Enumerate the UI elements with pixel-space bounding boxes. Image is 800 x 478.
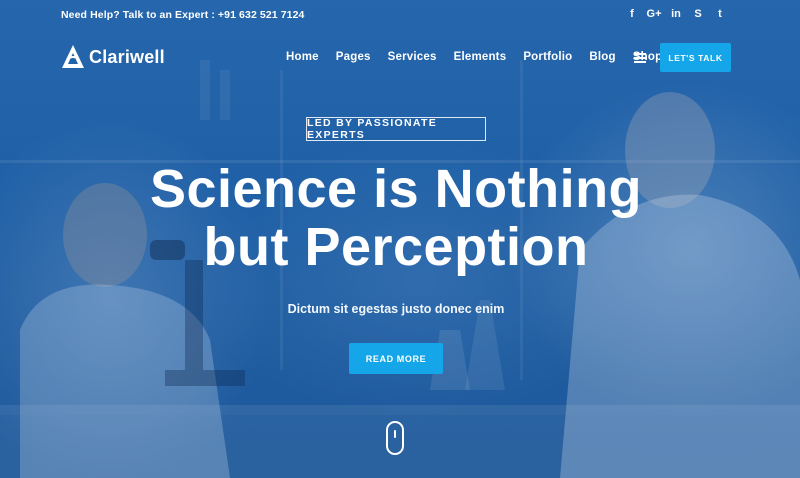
nav-item-portfolio[interactable]: Portfolio [523,51,572,63]
hero-title: Science is Nothing but Perception [100,160,692,276]
top-info-bar: Need Help? Talk to an Expert : +91 632 5… [0,0,800,30]
nav-item-home[interactable]: Home [286,51,319,63]
logo-text: Clariwell [89,46,165,67]
site-logo[interactable]: Clariwell [61,44,165,70]
help-contact-text: Need Help? Talk to an Expert : +91 632 5… [61,9,305,21]
lets-talk-button[interactable]: LET'S TALK [660,43,731,72]
facebook-icon[interactable]: f [626,8,638,20]
read-more-button[interactable]: READ MORE [349,343,443,374]
hero-title-line-1: Science is Nothing [149,159,643,219]
logo-mark-icon [62,45,84,68]
scroll-down-mouse-icon[interactable] [386,421,404,455]
hero-subtitle: Dictum sit egestas justo donec enim [287,302,505,316]
skype-icon[interactable]: S [692,8,704,20]
nav-item-pages[interactable]: Pages [336,51,371,63]
social-links: f G+ in S t [626,8,726,20]
hero-tagline-box: LED BY PASSIONATE EXPERTS [306,117,486,141]
nav-item-services[interactable]: Services [388,51,437,63]
main-navigation: Home Pages Services Elements Portfolio B… [286,51,679,63]
hamburger-menu-icon[interactable] [634,53,646,63]
twitter-icon[interactable]: t [714,8,726,20]
linkedin-icon[interactable]: in [670,8,682,20]
hero-title-line-2: but Perception [203,217,589,277]
google-plus-icon[interactable]: G+ [647,8,662,20]
nav-item-elements[interactable]: Elements [454,51,507,63]
hero-tagline: LED BY PASSIONATE EXPERTS [307,117,438,141]
main-header: Clariwell Home Pages Services Elements P… [0,38,800,80]
nav-item-blog[interactable]: Blog [589,51,615,63]
hero-section: Need Help? Talk to an Expert : +91 632 5… [0,0,800,478]
